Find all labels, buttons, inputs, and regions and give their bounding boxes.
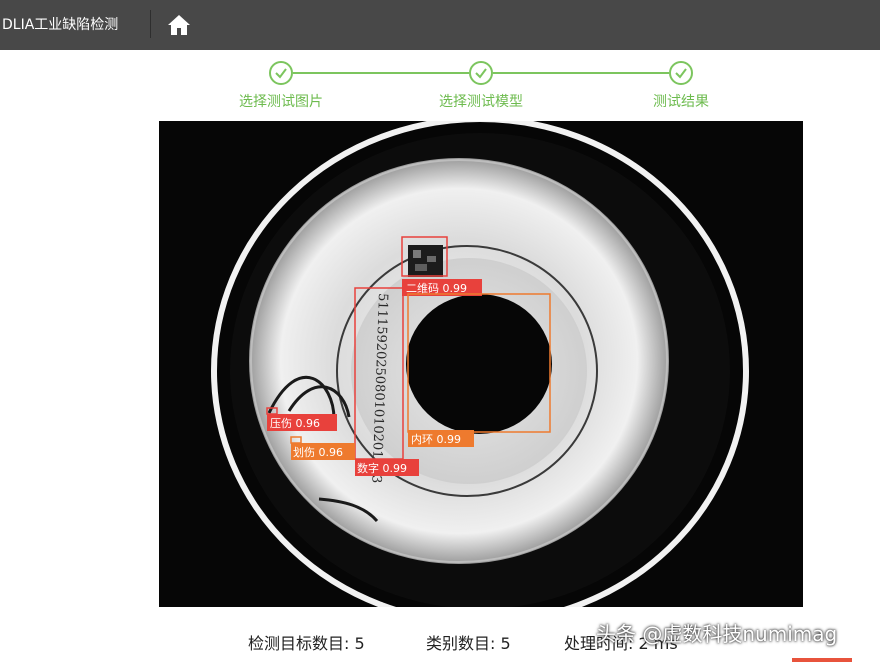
topbar-divider [150,10,151,38]
target-count: 检测目标数目: 5 [248,634,365,653]
home-icon [168,15,190,35]
step-label: 测试结果 [653,94,709,110]
step-select-model[interactable]: 选择测试模型 [411,61,551,111]
detection-result-image: 51115920250801010201083 二维码 0.99 内环 0.99… [159,121,803,607]
detection-label: 二维码 0.99 [406,282,467,295]
top-bar: DLIA工业缺陷检测 [0,0,880,50]
watermark: 头条 @虚数科技numimag [596,622,838,646]
step-test-result[interactable]: 测试结果 [611,61,751,111]
check-icon [269,61,293,85]
center-hole [406,294,552,434]
step-select-image[interactable]: 选择测试图片 [211,61,351,111]
detection-label: 数字 0.99 [357,461,407,475]
app-title: DLIA工业缺陷检测 [2,17,119,33]
red-accent-bar [792,658,852,662]
home-button[interactable] [164,10,194,40]
detection-label: 压伤 0.96 [270,417,320,430]
step-label: 选择测试模型 [439,94,523,110]
qr-code-mark [408,245,443,277]
progress-stepper: 选择测试图片 选择测试模型 测试结果 [0,50,880,120]
check-icon [669,61,693,85]
detection-label: 内环 0.99 [411,432,461,446]
step-label: 选择测试图片 [239,94,323,110]
detection-label: 划伤 0.96 [293,446,343,459]
category-count: 类别数目: 5 [426,634,511,653]
check-icon [469,61,493,85]
inspection-photo: 51115920250801010201083 二维码 0.99 内环 0.99… [159,121,803,607]
